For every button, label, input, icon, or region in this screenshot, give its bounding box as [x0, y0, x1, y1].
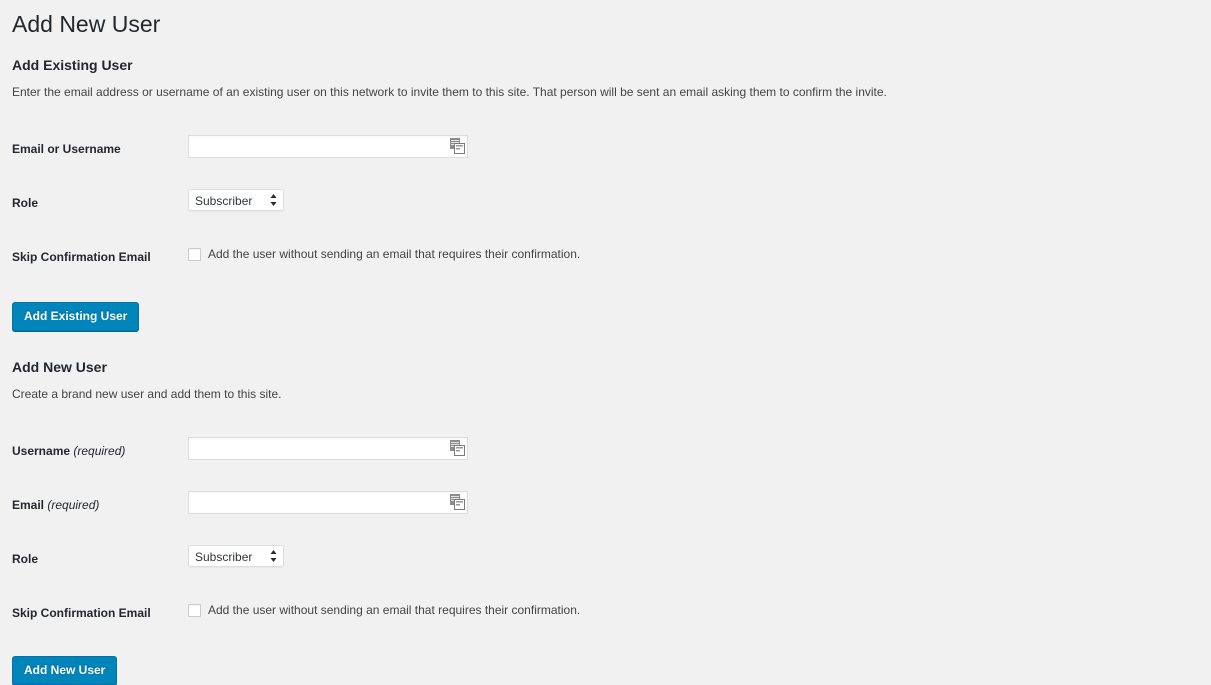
- form-row-role-new: Role Subscriber: [12, 532, 590, 586]
- add-existing-user-heading: Add Existing User: [12, 57, 133, 73]
- add-existing-user-form: Email or Username Role Subscriber Skip C…: [12, 122, 590, 284]
- role-new-select-wrap: Subscriber: [188, 545, 284, 567]
- role-new-select[interactable]: Subscriber: [188, 545, 284, 567]
- skip-confirmation-new-label: Add the user without sending an email th…: [208, 603, 581, 617]
- email-or-username-input[interactable]: [188, 135, 468, 158]
- label-username: Username (required): [12, 424, 188, 478]
- page-title: Add New User: [12, 11, 161, 37]
- username-input[interactable]: [188, 437, 468, 460]
- username-input-wrap: [188, 437, 468, 460]
- label-skip-confirmation-existing: Skip Confirmation Email: [12, 250, 151, 264]
- email-or-username-input-wrap: [188, 135, 468, 158]
- label-email-text: Email: [12, 498, 45, 512]
- add-new-user-heading: Add New User: [12, 359, 107, 375]
- form-row-role-existing: Role Subscriber: [12, 176, 590, 230]
- add-new-user-button[interactable]: Add New User: [12, 656, 118, 685]
- add-new-user-submit-row: Add New User: [12, 656, 1211, 685]
- form-row-skip-confirmation-new: Skip Confirmation Email Add the user wit…: [12, 586, 590, 640]
- add-new-user-form: Username (required) Email (required) Rol…: [12, 424, 590, 640]
- form-row-email-or-username: Email or Username: [12, 122, 590, 176]
- email-input[interactable]: [188, 491, 468, 514]
- role-existing-select[interactable]: Subscriber: [188, 189, 284, 211]
- skip-confirmation-new-checkbox[interactable]: [188, 604, 201, 617]
- label-email: Email (required): [12, 478, 188, 532]
- label-username-text: Username: [12, 444, 71, 458]
- label-skip-confirmation-new: Skip Confirmation Email: [12, 606, 151, 620]
- label-email-required-note: (required): [47, 498, 100, 512]
- label-role-existing: Role: [12, 196, 39, 210]
- admin-page-wrap: Add New User Add Existing User Enter the…: [0, 0, 1211, 685]
- add-new-user-description: Create a brand new user and add them to …: [12, 387, 282, 401]
- add-existing-user-submit-row: Add Existing User: [12, 302, 1211, 331]
- form-row-skip-confirmation-existing: Skip Confirmation Email Add the user wit…: [12, 230, 590, 284]
- email-input-wrap: [188, 491, 468, 514]
- label-email-or-username: Email or Username: [12, 142, 121, 156]
- role-existing-select-wrap: Subscriber: [188, 189, 284, 211]
- label-username-required-note: (required): [73, 444, 126, 458]
- skip-confirmation-new-row[interactable]: Add the user without sending an email th…: [188, 602, 580, 619]
- skip-confirmation-existing-label: Add the user without sending an email th…: [208, 247, 581, 261]
- form-row-username: Username (required): [12, 424, 590, 478]
- add-existing-user-description: Enter the email address or username of a…: [12, 85, 887, 99]
- skip-confirmation-existing-row[interactable]: Add the user without sending an email th…: [188, 246, 580, 263]
- label-role-new: Role: [12, 552, 39, 566]
- skip-confirmation-existing-checkbox[interactable]: [188, 248, 201, 261]
- add-existing-user-button[interactable]: Add Existing User: [12, 302, 140, 331]
- form-row-email: Email (required): [12, 478, 590, 532]
